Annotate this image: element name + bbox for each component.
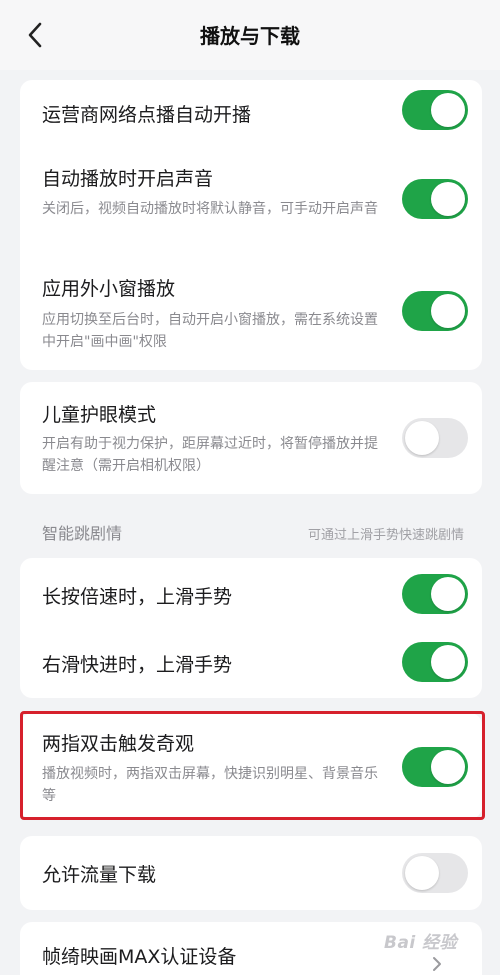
wonder-view-card: 两指双击触发奇观 播放视频时，两指双击屏幕，快捷识别明星、背景音乐等 — [20, 713, 482, 819]
download-card: 允许流量下载 — [20, 836, 482, 910]
forward-swipe-toggle[interactable] — [402, 642, 468, 682]
carrier-autoplay-toggle[interactable] — [402, 90, 468, 130]
setting-title: 允许流量下载 — [42, 864, 157, 886]
setting-row-speed-swipe: 长按倍速时，上滑手势 — [20, 558, 482, 628]
page-title: 播放与下载 — [200, 24, 300, 48]
setting-description: 关闭后，视频自动播放时将默认静音，可手动开启声音 — [42, 201, 378, 217]
autoplay-sound-toggle[interactable] — [402, 179, 468, 219]
setting-title: 长按倍速时，上滑手势 — [42, 586, 233, 608]
toggle-knob — [431, 577, 465, 611]
toggle-knob — [431, 645, 465, 679]
setting-description: 播放视频时，两指双击屏幕，快捷识别明星、背景音乐等 — [42, 766, 378, 804]
setting-row-two-finger-double-tap: 两指双击触发奇观 播放视频时，两指双击屏幕，快捷识别明星、背景音乐等 — [20, 713, 482, 819]
setting-description: 开启有助于视力保护，距屏幕过近时，将暂停播放并提醒注意（需开启相机权限） — [42, 436, 378, 474]
setting-title: 两指双击触发奇观 — [42, 733, 195, 755]
setting-row-autoplay-sound: 自动播放时开启声音 关闭后，视频自动播放时将默认静音，可手动开启声音 — [20, 160, 482, 250]
setting-row-child-eye-mode: 儿童护眼模式 开启有助于视力保护，距屏幕过近时，将暂停播放并提醒注意（需开启相机… — [20, 382, 482, 494]
skip-plot-card: 长按倍速时，上滑手势 右滑快进时，上滑手势 — [20, 558, 482, 698]
toggle-knob — [431, 182, 465, 216]
child-eye-mode-toggle[interactable] — [402, 418, 468, 458]
setting-row-carrier-autoplay: 运营商网络点播自动开播 — [20, 80, 482, 150]
setting-row-picture-in-picture: 应用外小窗播放 应用切换至后台时，自动开启小窗播放，需在系统设置中开启"画中画"… — [20, 268, 482, 368]
chevron-right-icon — [433, 957, 441, 971]
setting-title: 儿童护眼模式 — [42, 404, 157, 426]
toggle-knob — [431, 93, 465, 127]
eye-protection-card: 儿童护眼模式 开启有助于视力保护，距屏幕过近时，将暂停播放并提醒注意（需开启相机… — [20, 382, 482, 494]
picture-in-picture-toggle[interactable] — [402, 291, 468, 331]
section-header: 智能跳剧情 — [42, 524, 123, 543]
setting-title: 右滑快进时，上滑手势 — [42, 654, 233, 676]
playback-settings-card: 运营商网络点播自动开播 自动播放时开启声音 关闭后，视频自动播放时将默认静音，可… — [20, 80, 482, 370]
watermark-logo: Bai 经验 — [384, 933, 458, 953]
setting-title: 运营商网络点播自动开播 — [42, 104, 252, 126]
setting-row-cellular-download: 允许流量下载 — [20, 836, 482, 910]
speed-swipe-toggle[interactable] — [402, 574, 468, 614]
toggle-knob — [431, 750, 465, 784]
setting-title: 应用外小窗播放 — [42, 278, 176, 300]
navigation-bar: 播放与下载 — [0, 0, 500, 70]
setting-title: 帧绮映画MAX认证设备 — [42, 946, 237, 968]
setting-description: 应用切换至后台时，自动开启小窗播放，需在系统设置中开启"画中画"权限 — [42, 312, 378, 350]
toggle-knob — [431, 294, 465, 328]
toggle-knob — [405, 856, 439, 890]
cellular-download-toggle[interactable] — [402, 853, 468, 893]
setting-title: 自动播放时开启声音 — [42, 168, 214, 190]
toggle-knob — [405, 421, 439, 455]
two-finger-double-tap-toggle[interactable] — [402, 747, 468, 787]
section-hint: 可通过上滑手势快速跳剧情 — [307, 528, 464, 543]
setting-row-forward-swipe: 右滑快进时，上滑手势 — [20, 628, 482, 698]
